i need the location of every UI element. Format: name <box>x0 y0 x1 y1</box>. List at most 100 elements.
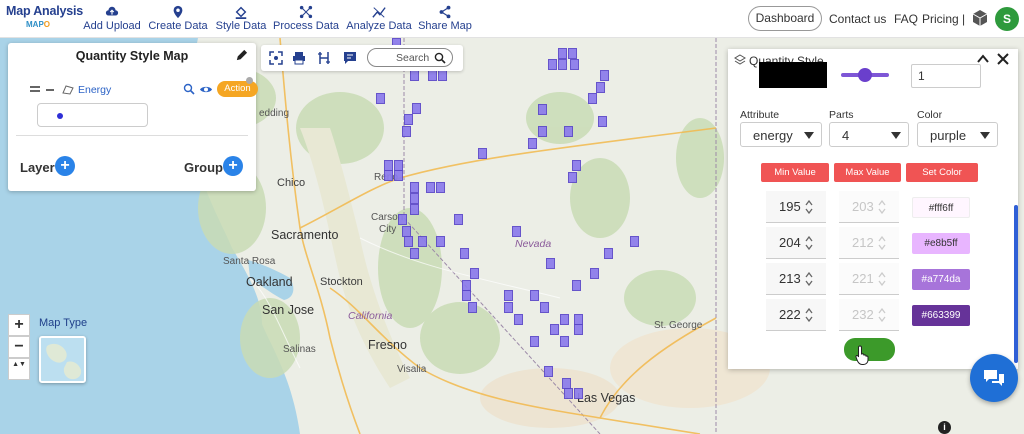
min-value-input[interactable]: 213 <box>766 263 826 295</box>
nav-add-upload[interactable]: Add Upload <box>82 3 142 35</box>
color-chip[interactable]: #663399 <box>912 305 970 326</box>
contact-us-link[interactable]: Contact us <box>829 12 886 26</box>
stroke-width-input[interactable]: 1 <box>911 64 981 88</box>
stepper-icon <box>878 200 886 214</box>
grid-cell <box>598 116 607 127</box>
parts-select[interactable]: 4 <box>829 122 909 147</box>
set-color-header: Set Color <box>906 163 978 182</box>
reset-bearing-button[interactable]: ▲▼ <box>8 358 30 380</box>
pencil-icon[interactable] <box>235 49 248 62</box>
grid-cell <box>410 70 419 81</box>
range-row: 204 212 #e8b5ff <box>728 227 1018 261</box>
color-ramp-select[interactable]: purple <box>917 122 998 147</box>
add-group-button[interactable]: + <box>223 156 243 176</box>
user-avatar[interactable]: S <box>995 7 1019 31</box>
stepper-icon[interactable] <box>805 308 813 322</box>
nav-analyze-data[interactable]: Analyze Data <box>345 3 413 35</box>
map-search-input[interactable]: Search <box>367 48 453 67</box>
opacity-slider[interactable] <box>841 68 889 82</box>
chevron-up-icon[interactable] <box>977 54 989 64</box>
grid-cell <box>410 248 419 259</box>
grid-cell <box>404 114 413 125</box>
grid-cell <box>528 138 537 149</box>
grid-cell <box>558 59 567 70</box>
resize-handle[interactable] <box>246 77 253 84</box>
comment-icon[interactable] <box>343 51 357 65</box>
map-type-thumbnail[interactable] <box>39 336 86 383</box>
nav-create-data[interactable]: Create Data <box>147 3 209 35</box>
grid-cell <box>570 59 579 70</box>
chevron-down-icon <box>980 132 990 139</box>
grid-cell <box>398 214 407 225</box>
grid-cell <box>568 172 577 183</box>
nav-style-data[interactable]: Style Data <box>214 3 268 35</box>
zoom-to-layer-icon[interactable] <box>183 83 195 95</box>
grid-cell <box>530 290 539 301</box>
attribute-select[interactable]: energy <box>740 122 822 147</box>
nav-label: Process Data <box>273 20 340 32</box>
logo-title: Map Analysis <box>6 4 84 18</box>
chat-support-button[interactable] <box>970 354 1018 402</box>
max-value-input: 232 <box>839 299 899 331</box>
drag-handle-icon[interactable] <box>30 86 40 92</box>
grid-cell <box>588 93 597 104</box>
stroke-color-swatch[interactable] <box>759 62 827 88</box>
grid-cell <box>470 268 479 279</box>
grid-cell <box>568 48 577 59</box>
grid-cell <box>412 103 421 114</box>
grid-cell <box>572 280 581 291</box>
parts-value: 4 <box>842 128 850 143</box>
stepper-icon[interactable] <box>805 272 813 286</box>
min-value-input[interactable]: 222 <box>766 299 826 331</box>
color-chip[interactable]: #a774da <box>912 269 970 290</box>
grid-cell <box>550 324 559 335</box>
panel-scrollbar[interactable] <box>1014 205 1018 363</box>
hand-cursor-icon <box>855 345 869 365</box>
nav-share-map[interactable]: Share Map <box>418 3 472 35</box>
add-layer-button[interactable]: + <box>55 156 75 176</box>
layer-label: Layer <box>20 160 55 175</box>
analyze-icon <box>345 3 413 20</box>
print-icon[interactable] <box>292 51 306 65</box>
apply-style-button[interactable] <box>844 338 895 361</box>
visibility-eye-icon[interactable] <box>199 84 213 95</box>
stepper-icon <box>878 236 886 250</box>
color-chip[interactable]: #fff6ff <box>912 197 970 218</box>
max-value-input: 203 <box>839 191 899 223</box>
logo-subtitle: MAPO <box>26 20 51 29</box>
zoom-out-button[interactable]: − <box>8 336 30 358</box>
slider-handle[interactable] <box>858 68 872 82</box>
layer-action-button[interactable]: Action <box>217 81 258 97</box>
collapse-icon[interactable] <box>46 89 54 91</box>
measure-icon[interactable] <box>317 51 331 65</box>
close-icon[interactable] <box>996 52 1010 66</box>
nav-process-data[interactable]: Process Data <box>273 3 339 35</box>
layer-name[interactable]: Energy <box>78 84 111 96</box>
grid-cell <box>564 388 573 399</box>
attribute-value: energy <box>753 128 793 143</box>
grid-cell <box>560 314 569 325</box>
stepper-icon[interactable] <box>805 200 813 214</box>
pricing-link[interactable]: Pricing | <box>922 12 965 26</box>
grid-cell <box>404 236 413 247</box>
min-value-header: Min Value <box>761 163 829 182</box>
layer-row[interactable]: Energy Action <box>16 81 258 99</box>
group-label: Group <box>184 160 223 175</box>
cube-icon[interactable] <box>971 9 989 27</box>
zoom-in-button[interactable]: + <box>8 314 30 336</box>
grid-cell <box>538 126 547 137</box>
map-toolbar: Search <box>261 45 463 71</box>
fullscreen-icon[interactable] <box>269 51 283 65</box>
min-value-input[interactable]: 195 <box>766 191 826 223</box>
map-analysis-logo[interactable]: Map Analysis MAPO <box>6 4 84 34</box>
grid-cell <box>574 388 583 399</box>
dashboard-button[interactable]: Dashboard <box>748 6 822 31</box>
min-value-input[interactable]: 204 <box>766 227 826 259</box>
globe-thumbnail-icon <box>41 338 84 381</box>
stepper-icon[interactable] <box>805 236 813 250</box>
color-chip[interactable]: #e8b5ff <box>912 233 970 254</box>
grid-cell <box>574 324 583 335</box>
faq-link[interactable]: FAQ <box>894 12 918 26</box>
nav-label: Add Upload <box>83 20 141 32</box>
info-icon[interactable]: i <box>938 421 951 434</box>
